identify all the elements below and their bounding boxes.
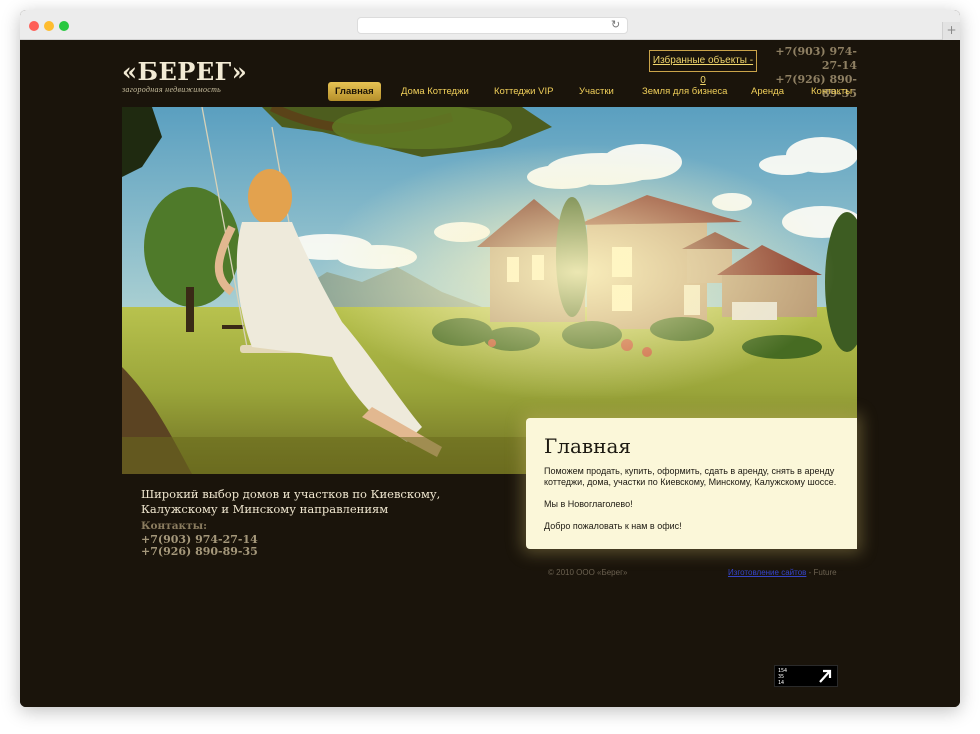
main-nav: Главная Дома Коттеджи Коттеджи VIP Участ…	[320, 82, 860, 102]
arrow-up-right-icon	[819, 669, 832, 683]
page-title: Главная	[544, 434, 632, 458]
close-window-button[interactable]	[29, 21, 39, 31]
nav-item-home[interactable]: Главная	[328, 82, 381, 101]
nav-item-houses[interactable]: Дома Коттеджи	[401, 82, 469, 101]
web-page: «БЕРЕГ» загородная недвижимость Избранны…	[20, 40, 960, 707]
tagline: Широкий выбор домов и участков по Киевск…	[141, 487, 441, 516]
logo-title: «БЕРЕГ»	[122, 57, 248, 86]
credits: Изготовление сайтов - Future	[728, 568, 837, 577]
site-logo[interactable]: «БЕРЕГ» загородная недвижимость	[122, 57, 248, 95]
nav-item-plots[interactable]: Участки	[579, 82, 614, 101]
contacts-label: Контакты:	[141, 520, 208, 532]
counter-line-3: 14	[778, 680, 785, 686]
credits-link[interactable]: Изготовление сайтов	[728, 568, 806, 577]
copyright: © 2010 ООО «Берег»	[548, 568, 628, 577]
nav-item-vip[interactable]: Коттеджи VIP	[494, 82, 553, 101]
nav-item-contacts[interactable]: Контакты	[811, 82, 852, 101]
location-paragraph: Мы в Новоглаголево!	[544, 499, 633, 509]
address-bar[interactable]: ↻	[357, 17, 628, 34]
reload-icon[interactable]: ↻	[611, 19, 623, 31]
intro-paragraph: Поможем продать, купить, оформить, сдать…	[544, 466, 837, 487]
credits-suffix: - Future	[806, 568, 837, 577]
browser-window: ↻ + «БЕРЕГ» загородная недвижимость Избр…	[20, 10, 960, 707]
nav-item-business-land[interactable]: Земля для бизнеса	[642, 82, 727, 101]
favorites-button[interactable]: Избранные объекты - 0	[649, 50, 757, 86]
header-phone-1: +7(903) 974-27-14	[775, 45, 857, 72]
minimize-window-button[interactable]	[44, 21, 54, 31]
logo-subtitle: загородная недвижимость	[122, 85, 222, 94]
footer-phone-2: +7(926) 890-89-35	[141, 545, 258, 558]
welcome-paragraph: Добро пожаловать к нам в офис!	[544, 521, 682, 531]
counter-values: 154 35 14	[778, 668, 787, 686]
content-card: Главная Поможем продать, купить, оформит…	[526, 418, 857, 549]
visit-counter[interactable]: 154 35 14	[774, 665, 838, 687]
nav-item-rent[interactable]: Аренда	[751, 82, 784, 101]
browser-titlebar: ↻ +	[20, 10, 960, 40]
zoom-window-button[interactable]	[59, 21, 69, 31]
new-tab-button[interactable]: +	[942, 22, 960, 40]
